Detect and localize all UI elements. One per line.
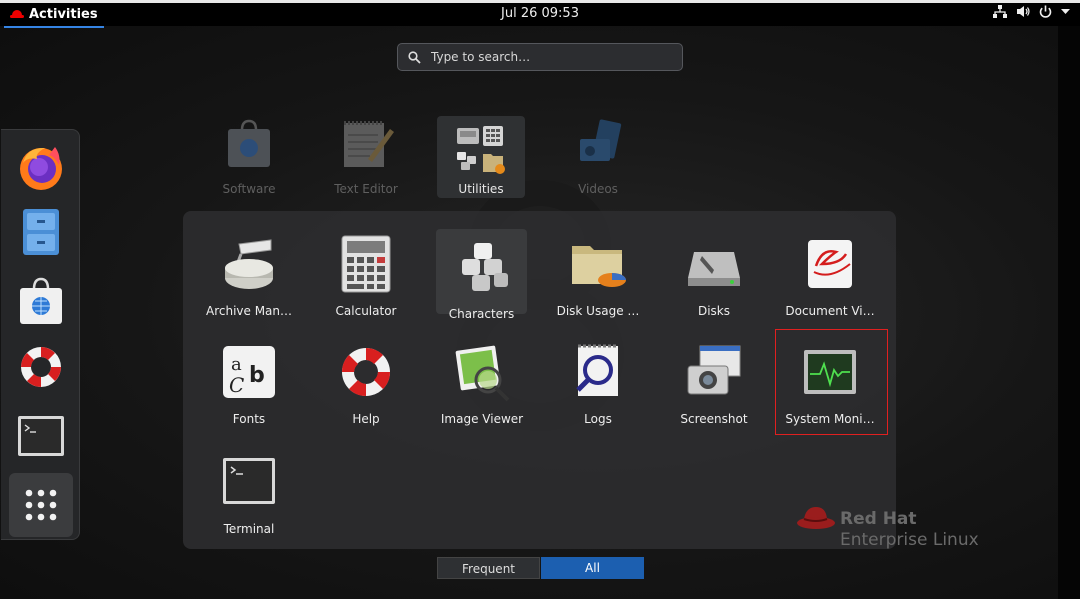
app-fonts[interactable]: a C b Fonts xyxy=(197,342,301,442)
dock-software[interactable] xyxy=(9,269,73,333)
terminal-icon xyxy=(223,458,275,504)
search-box[interactable] xyxy=(397,43,683,71)
software-bag-icon xyxy=(228,119,270,167)
app-logs[interactable]: Logs xyxy=(546,342,650,442)
dock-help[interactable] xyxy=(9,335,73,399)
app-videos[interactable]: Videos xyxy=(546,115,650,196)
app-label: Archive Man… xyxy=(205,304,293,318)
app-help[interactable]: Help xyxy=(314,342,418,442)
app-label: Disks xyxy=(697,304,731,318)
app-label: Videos xyxy=(578,182,618,196)
screen-edge xyxy=(1058,26,1080,599)
search-input[interactable] xyxy=(429,49,663,65)
firefox-icon xyxy=(20,147,62,190)
app-label: Fonts xyxy=(232,412,266,426)
document-viewer-icon xyxy=(808,240,852,288)
utilities-folder-icon xyxy=(457,126,505,174)
app-label: Help xyxy=(352,412,380,426)
app-calculator[interactable]: Calculator xyxy=(314,234,418,334)
redhat-watermark: Red Hat Enterprise Linux xyxy=(796,505,979,550)
svg-text:C: C xyxy=(229,373,244,397)
app-label: Software xyxy=(222,182,276,196)
show-applications-button[interactable] xyxy=(9,473,73,537)
app-label: Characters xyxy=(448,307,515,321)
svg-text:a: a xyxy=(231,354,242,375)
file-cabinet-icon xyxy=(23,209,59,255)
network-icon xyxy=(993,5,1007,18)
app-disk-usage[interactable]: Disk Usage … xyxy=(546,234,650,334)
lifebuoy-icon xyxy=(341,347,391,397)
app-label: Calculator xyxy=(335,304,397,318)
app-folder-utilities[interactable]: Utilities xyxy=(437,116,525,198)
selection-highlight-box xyxy=(775,329,888,435)
app-label: Terminal xyxy=(223,522,275,536)
clock[interactable]: Jul 26 09:53 xyxy=(0,6,1080,21)
terminal-icon xyxy=(18,416,64,456)
svg-text:b: b xyxy=(249,363,265,388)
redhat-logo-icon xyxy=(797,507,835,529)
lifebuoy-icon xyxy=(21,347,61,387)
app-label: Document Vi… xyxy=(785,304,875,318)
top-bar: Activities Jul 26 09:53 xyxy=(0,0,1080,28)
app-label: Logs xyxy=(584,412,612,426)
keycaps-icon xyxy=(461,243,508,291)
power-icon xyxy=(1039,5,1052,18)
view-toggle: Frequent All xyxy=(437,557,644,579)
logs-icon xyxy=(576,344,618,396)
fonts-icon: a C b xyxy=(223,346,275,398)
disk-usage-icon xyxy=(572,246,626,287)
app-software[interactable]: Software xyxy=(197,115,301,196)
calculator-icon xyxy=(341,235,391,293)
app-document-viewer[interactable]: Document Vi… xyxy=(778,234,882,334)
app-text-editor[interactable]: Text Editor xyxy=(314,115,418,196)
app-disks[interactable]: Disks xyxy=(662,234,766,334)
all-tab[interactable]: All xyxy=(541,557,644,579)
dash-dock xyxy=(1,129,80,540)
app-screenshot[interactable]: Screenshot xyxy=(662,342,766,442)
chevron-down-icon xyxy=(1061,8,1070,14)
screenshot-camera-icon xyxy=(687,345,741,395)
frequent-tab[interactable]: Frequent xyxy=(437,557,540,579)
app-grid-icon xyxy=(25,489,57,521)
software-bag-icon xyxy=(20,277,62,324)
dock-terminal[interactable] xyxy=(9,404,73,468)
app-label: Disk Usage … xyxy=(556,304,640,318)
app-characters[interactable]: Characters xyxy=(436,229,527,321)
watermark-line1: Red Hat xyxy=(840,509,917,529)
app-label: Utilities xyxy=(458,182,504,196)
film-icon xyxy=(580,119,622,161)
app-terminal[interactable]: Terminal xyxy=(197,452,301,552)
dock-firefox[interactable] xyxy=(9,135,73,199)
app-label: Screenshot xyxy=(680,412,748,426)
app-label: Image Viewer xyxy=(440,412,524,426)
volume-icon xyxy=(1017,6,1030,17)
app-label: Text Editor xyxy=(334,182,398,196)
disks-icon xyxy=(688,252,740,286)
image-viewer-icon xyxy=(455,345,510,402)
search-icon xyxy=(408,50,421,64)
watermark-line2: Enterprise Linux xyxy=(840,530,979,550)
app-archive-manager[interactable]: Archive Man… xyxy=(197,234,301,334)
dock-files[interactable] xyxy=(9,200,73,264)
app-image-viewer[interactable]: Image Viewer xyxy=(430,342,534,442)
archive-roller-icon xyxy=(225,239,273,289)
system-tray[interactable] xyxy=(993,5,1070,18)
notepad-pencil-icon xyxy=(344,121,394,167)
